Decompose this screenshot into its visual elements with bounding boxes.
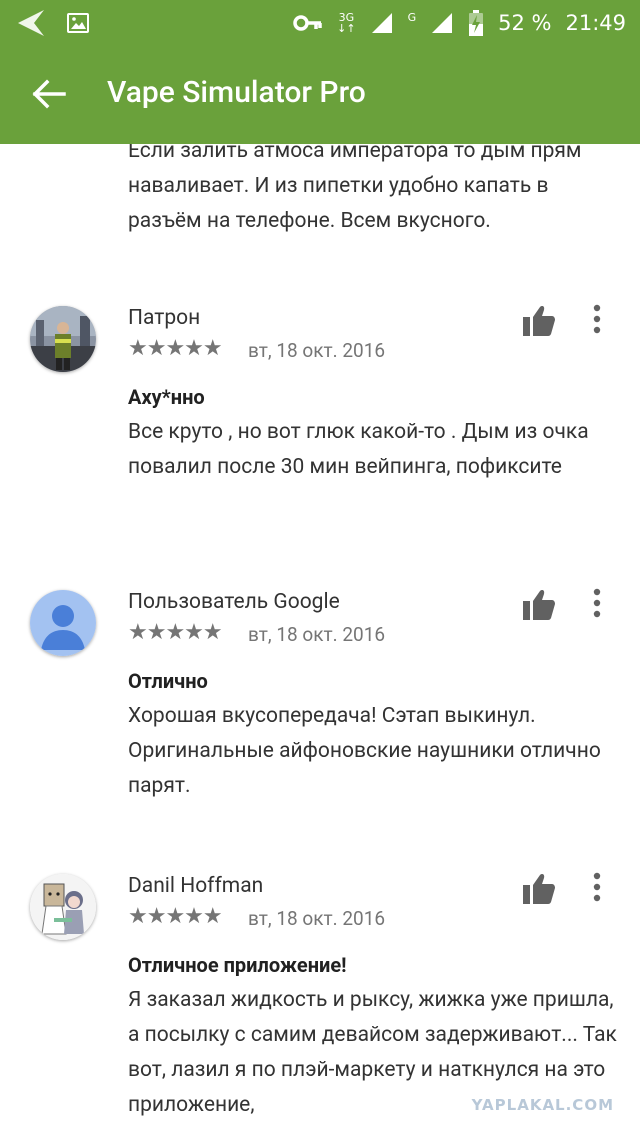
network-g-indicator: G [407, 10, 417, 24]
page-title: Vape Simulator Pro [107, 75, 366, 110]
more-options-icon[interactable] [590, 872, 604, 902]
review-title: Отлично [128, 669, 208, 693]
back-arrow-icon[interactable] [30, 79, 66, 109]
avatar[interactable] [30, 306, 96, 372]
review-author: Пользователь Google [128, 590, 340, 614]
previous-review-body: Если залить атмоса императора то дым пря… [128, 144, 582, 233]
star-rating: ★★★★★ [128, 904, 223, 929]
reviews-list[interactable]: Если залить атмоса императора то дым пря… [0, 144, 640, 1138]
thumbs-up-icon[interactable] [522, 873, 556, 905]
app-bar: Vape Simulator Pro [0, 46, 640, 144]
status-bar: 3G ↓↑ G 52 % 21:49 [0, 0, 640, 46]
more-options-icon[interactable] [590, 304, 604, 334]
vpn-key-icon [293, 15, 322, 31]
battery-charging-icon [469, 10, 484, 36]
watermark: YAPLAKAL.COM [471, 1096, 614, 1114]
review-body: Все круто , но вот глюк какой-то . Дым и… [128, 420, 589, 479]
avatar[interactable] [30, 590, 96, 656]
star-rating: ★★★★★ [128, 336, 223, 361]
battery-percent: 52 % [498, 11, 552, 35]
thumbs-up-icon[interactable] [522, 305, 556, 337]
review-date: вт, 18 окт. 2016 [248, 623, 386, 646]
review-date: вт, 18 окт. 2016 [248, 339, 386, 362]
back-notification-icon [18, 10, 44, 36]
clock: 21:49 [565, 11, 626, 35]
image-notification-icon [67, 13, 89, 33]
review-body: Хорошая вкусопередача! Сэтап выкинул. Ор… [128, 704, 601, 798]
star-rating: ★★★★★ [128, 620, 223, 645]
signal-icon-2 [432, 13, 453, 33]
signal-icon-1 [371, 13, 392, 33]
review-author: Патрон [128, 306, 201, 330]
review-date: вт, 18 окт. 2016 [248, 907, 386, 930]
more-options-icon[interactable] [590, 588, 604, 618]
review-title: Аху*нно [128, 385, 205, 409]
avatar[interactable] [30, 874, 96, 940]
review-author: Danil Hoffman [128, 874, 264, 898]
network-3g-indicator: 3G ↓↑ [337, 11, 356, 35]
thumbs-up-icon[interactable] [522, 589, 556, 621]
review-title: Отличное приложение! [128, 953, 347, 977]
